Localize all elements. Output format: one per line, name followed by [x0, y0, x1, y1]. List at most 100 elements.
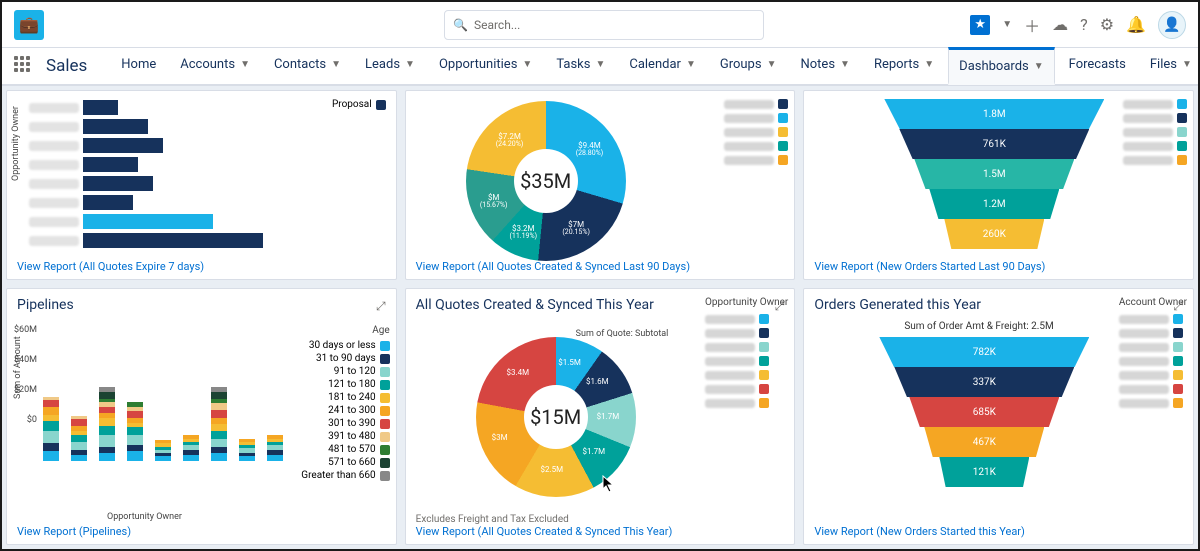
- barh-row: [29, 213, 269, 230]
- funnel-segment[interactable]: 121K: [939, 457, 1029, 487]
- nav-tab-reports[interactable]: Reports▼: [864, 47, 944, 85]
- legend-item: 301 to 390: [301, 418, 389, 429]
- barh-row: [29, 194, 269, 211]
- stacked-bar[interactable]: [239, 439, 255, 461]
- funnel-segment[interactable]: 1.5M: [914, 159, 1074, 189]
- legend-item: [1123, 113, 1187, 123]
- card-pipelines: Pipelines ⤢ Sum of Amount $60M$40M$20M$0…: [6, 288, 397, 545]
- expand-icon[interactable]: ⤢: [376, 299, 386, 314]
- funnel-segment[interactable]: 467K: [924, 427, 1044, 457]
- cloud-icon[interactable]: ☁: [1052, 15, 1068, 34]
- slice-label: $1.5M: [558, 359, 581, 367]
- legend-item: [724, 141, 788, 151]
- nav-tab-opportunities[interactable]: Opportunities▼: [429, 47, 542, 85]
- notifications-icon[interactable]: 🔔: [1126, 15, 1146, 34]
- funnel-segment[interactable]: 685K: [909, 397, 1059, 427]
- stacked-bar[interactable]: [267, 435, 283, 461]
- view-report-link[interactable]: View Report (New Orders Started this Yea…: [814, 525, 1025, 538]
- stacked-bar[interactable]: [211, 387, 227, 461]
- legend-title: Account Owner: [1119, 297, 1187, 308]
- nav-tab-groups[interactable]: Groups▼: [710, 47, 787, 85]
- legend-item: 121 to 180: [301, 379, 389, 390]
- slice-label: $1.7M: [582, 448, 605, 456]
- legend-item: [705, 314, 788, 324]
- legend-item: [1119, 314, 1187, 324]
- funnel-segment[interactable]: 260K: [944, 219, 1044, 249]
- legend-item: [705, 370, 788, 380]
- nav-tabs: HomeAccounts▼Contacts▼Leads▼Opportunitie…: [111, 47, 1200, 85]
- legend-item: [1119, 356, 1187, 366]
- nav-tab-accounts[interactable]: Accounts▼: [170, 47, 260, 85]
- chevron-down-icon[interactable]: ▼: [1002, 19, 1012, 30]
- view-report-link[interactable]: View Report (All Quotes Expire 7 days): [17, 260, 204, 273]
- stacked-bar[interactable]: [43, 397, 59, 461]
- funnel-segment[interactable]: 337K: [894, 367, 1074, 397]
- legend-item: [1119, 384, 1187, 394]
- app-nav: Sales HomeAccounts▼Contacts▼Leads▼Opport…: [2, 48, 1198, 86]
- nav-tab-contacts[interactable]: Contacts▼: [264, 47, 351, 85]
- view-report-link[interactable]: View Report (All Quotes Created & Synced…: [416, 525, 673, 538]
- yaxis-label: Opportunity Owner: [11, 106, 21, 181]
- legend-item: 481 to 570: [301, 444, 389, 455]
- user-avatar[interactable]: 👤: [1158, 11, 1186, 39]
- global-search[interactable]: 🔍 Search...: [444, 10, 764, 40]
- nav-tab-calendar[interactable]: Calendar▼: [619, 47, 705, 85]
- view-report-link[interactable]: View Report (All Quotes Created & Synced…: [416, 260, 690, 273]
- legend-item: [1119, 328, 1187, 338]
- dashboard-grid: Opportunity Owner Proposal View Report (…: [2, 86, 1198, 549]
- stacked-bar[interactable]: [127, 402, 143, 461]
- barh-row: [29, 118, 269, 135]
- legend-item: 571 to 660: [301, 457, 389, 468]
- card-quotes-expire: Opportunity Owner Proposal View Report (…: [6, 90, 397, 280]
- legend-item: [724, 113, 788, 123]
- app-launcher-icon[interactable]: [14, 56, 30, 76]
- stacked-bar[interactable]: [99, 387, 115, 461]
- stacked-bar[interactable]: [183, 435, 199, 461]
- legend-title: Opportunity Owner: [705, 297, 788, 308]
- cursor-icon: [602, 475, 616, 493]
- view-report-link[interactable]: View Report (New Orders Started Last 90 …: [814, 260, 1045, 273]
- legend-item: [1123, 99, 1187, 109]
- favorites-badge[interactable]: ★: [970, 15, 990, 35]
- nav-tab-notes[interactable]: Notes▼: [790, 47, 859, 85]
- slice-label: $3.2M(11.19%): [509, 225, 537, 240]
- stacked-bar[interactable]: [71, 416, 87, 461]
- chevron-down-icon: ▼: [1182, 59, 1192, 70]
- chevron-down-icon: ▼: [1034, 61, 1044, 72]
- nav-tab-files[interactable]: Files▼: [1140, 47, 1200, 85]
- barh-row: [29, 175, 269, 192]
- legend-item: [1119, 398, 1187, 408]
- legend-item: Greater than 660: [301, 470, 389, 481]
- setup-gear-icon[interactable]: ⚙: [1100, 15, 1114, 34]
- funnel-segment[interactable]: 1.2M: [929, 189, 1059, 219]
- view-report-link[interactable]: View Report (Pipelines): [17, 525, 131, 538]
- nav-tab-leads[interactable]: Leads▼: [355, 47, 425, 85]
- legend-item: [724, 155, 788, 165]
- global-header: 💼 🔍 Search... ★ ▼ ＋ ☁ ? ⚙ 🔔 👤: [2, 2, 1198, 48]
- stacked-bar[interactable]: [155, 440, 171, 461]
- slice-label: $M(15.67%): [480, 194, 508, 209]
- app-logo[interactable]: 💼: [14, 10, 44, 40]
- chevron-down-icon: ▼: [924, 59, 934, 70]
- barh-row: [29, 137, 269, 154]
- funnel-segment[interactable]: 1.8M: [884, 99, 1104, 129]
- nav-tab-forecasts[interactable]: Forecasts: [1059, 47, 1136, 85]
- ytick: $0: [27, 415, 37, 425]
- legend-item: [1119, 342, 1187, 352]
- search-placeholder: Search...: [474, 18, 520, 32]
- nav-tab-home[interactable]: Home: [111, 47, 166, 85]
- nav-tab-tasks[interactable]: Tasks▼: [546, 47, 615, 85]
- donut-center-text: $35M: [520, 169, 571, 193]
- chart-subtitle: Sum of Order Amt & Freight: 2.5M: [904, 321, 1053, 332]
- legend-item: 91 to 120: [301, 366, 389, 377]
- chevron-down-icon: ▼: [767, 59, 777, 70]
- slice-label: $3M: [492, 434, 508, 442]
- funnel-segment[interactable]: 782K: [879, 337, 1089, 367]
- add-icon[interactable]: ＋: [1024, 13, 1040, 37]
- funnel-segment[interactable]: 761K: [899, 129, 1089, 159]
- help-icon[interactable]: ?: [1080, 15, 1088, 34]
- card-orders-90days: 1.8M761K1.5M1.2M260K View Report (New Or…: [803, 90, 1194, 280]
- nav-tab-dashboards[interactable]: Dashboards▼: [948, 47, 1055, 85]
- ytick: $40M: [14, 355, 37, 365]
- legend-item: [1123, 155, 1187, 165]
